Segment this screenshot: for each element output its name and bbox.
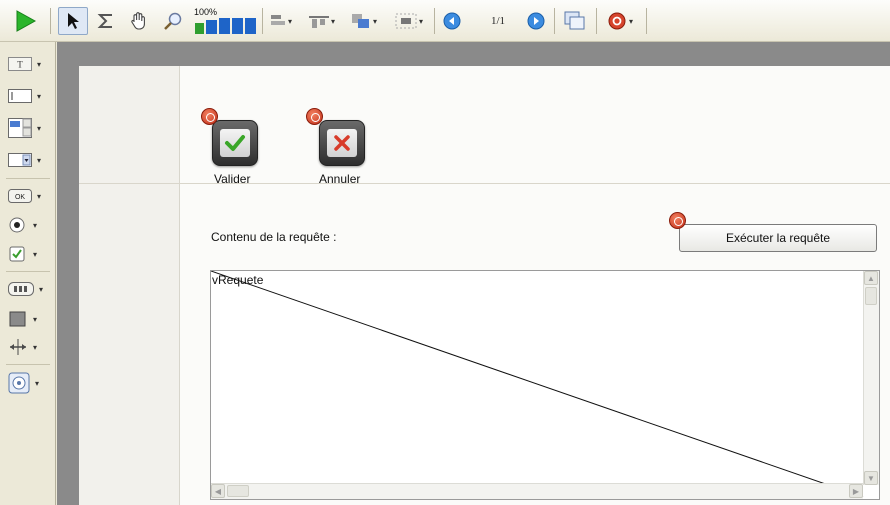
zoom-level-text: 100% — [194, 7, 218, 17]
spin-field-icon[interactable]: ▾ — [8, 114, 52, 142]
grid-icon[interactable]: ▾ — [390, 7, 428, 35]
sigma-icon[interactable] — [94, 7, 118, 35]
text-field-icon[interactable]: T ▾ — [8, 53, 52, 75]
cancel-label: Annuler — [319, 172, 361, 186]
distribute-icon[interactable]: ▾ — [304, 7, 340, 35]
checkbox-icon[interactable]: ▾ — [8, 243, 52, 265]
main-toolbar: 100% ▾ ▾ ▾ ▾ 1/1 ▾ — [0, 0, 890, 42]
memo-diagonal — [211, 271, 864, 498]
vertical-scrollbar[interactable]: ▲ ▼ — [863, 271, 879, 485]
window-icon[interactable] — [560, 7, 590, 35]
code-badge-icon[interactable] — [306, 108, 323, 125]
next-page-icon[interactable] — [524, 7, 548, 35]
svg-text:T: T — [17, 60, 23, 70]
align-icon[interactable]: ▾ — [266, 7, 296, 35]
form-margin — [79, 66, 180, 505]
close-icon — [334, 135, 350, 151]
hand-pan-icon[interactable] — [126, 7, 152, 35]
checkmark-icon — [225, 135, 245, 151]
scroll-thumb[interactable] — [865, 287, 877, 305]
plan-icon[interactable]: ▾ — [600, 7, 640, 35]
scroll-down-icon[interactable]: ▼ — [864, 471, 878, 485]
validate-button[interactable] — [212, 120, 258, 166]
scroll-left-icon[interactable]: ◀ — [211, 484, 225, 498]
validate-label: Valider — [214, 172, 251, 186]
layer-order-icon[interactable]: ▾ — [346, 7, 382, 35]
code-badge-icon[interactable] — [201, 108, 218, 125]
separator-icon[interactable]: ▾ — [8, 336, 52, 358]
page-indicator-text: 1/1 — [490, 15, 506, 27]
edit-field-icon[interactable]: ▾ — [8, 85, 52, 107]
code-badge-icon[interactable] — [669, 212, 686, 229]
zoom-icon[interactable] — [160, 7, 186, 35]
page-indicator: 1/1 — [478, 7, 518, 35]
supercontrol-icon[interactable]: ▾ — [8, 370, 52, 396]
select-arrow-icon[interactable] — [58, 7, 88, 35]
radio-button-icon[interactable]: ▾ — [8, 214, 52, 236]
shape-icon[interactable]: ▾ — [8, 308, 52, 330]
zoom-level-icon[interactable]: 100% — [194, 7, 260, 35]
previous-page-icon[interactable] — [440, 7, 464, 35]
header-divider — [79, 183, 890, 184]
control-palette: T ▾ ▾ ▾ ▾ OK ▾ ▾ ▾ ▾ ▾ ▾ ▾ — [0, 42, 56, 505]
scroll-right-icon[interactable]: ▶ — [849, 484, 863, 498]
button-icon[interactable]: OK ▾ — [8, 185, 52, 207]
run-icon[interactable] — [10, 7, 40, 35]
scroll-up-icon[interactable]: ▲ — [864, 271, 878, 285]
table-icon[interactable]: ▾ — [8, 278, 52, 300]
horizontal-scrollbar[interactable]: ◀ ▶ — [211, 483, 863, 499]
request-memo-field[interactable]: vRequete ▲ ▼ ◀ ▶ — [210, 270, 880, 500]
execute-request-button[interactable]: Exécuter la requête — [679, 224, 877, 252]
combo-box-icon[interactable]: ▾ — [8, 149, 52, 171]
scroll-thumb[interactable] — [227, 485, 249, 497]
memo-variable-text: vRequete — [212, 273, 264, 287]
cancel-button[interactable] — [319, 120, 365, 166]
form-editor: Valider Annuler Contenu de la requête : … — [57, 42, 890, 505]
svg-text:OK: OK — [15, 194, 25, 201]
request-content-label: Contenu de la requête : — [211, 230, 337, 244]
form-page: Valider Annuler Contenu de la requête : … — [79, 66, 890, 505]
